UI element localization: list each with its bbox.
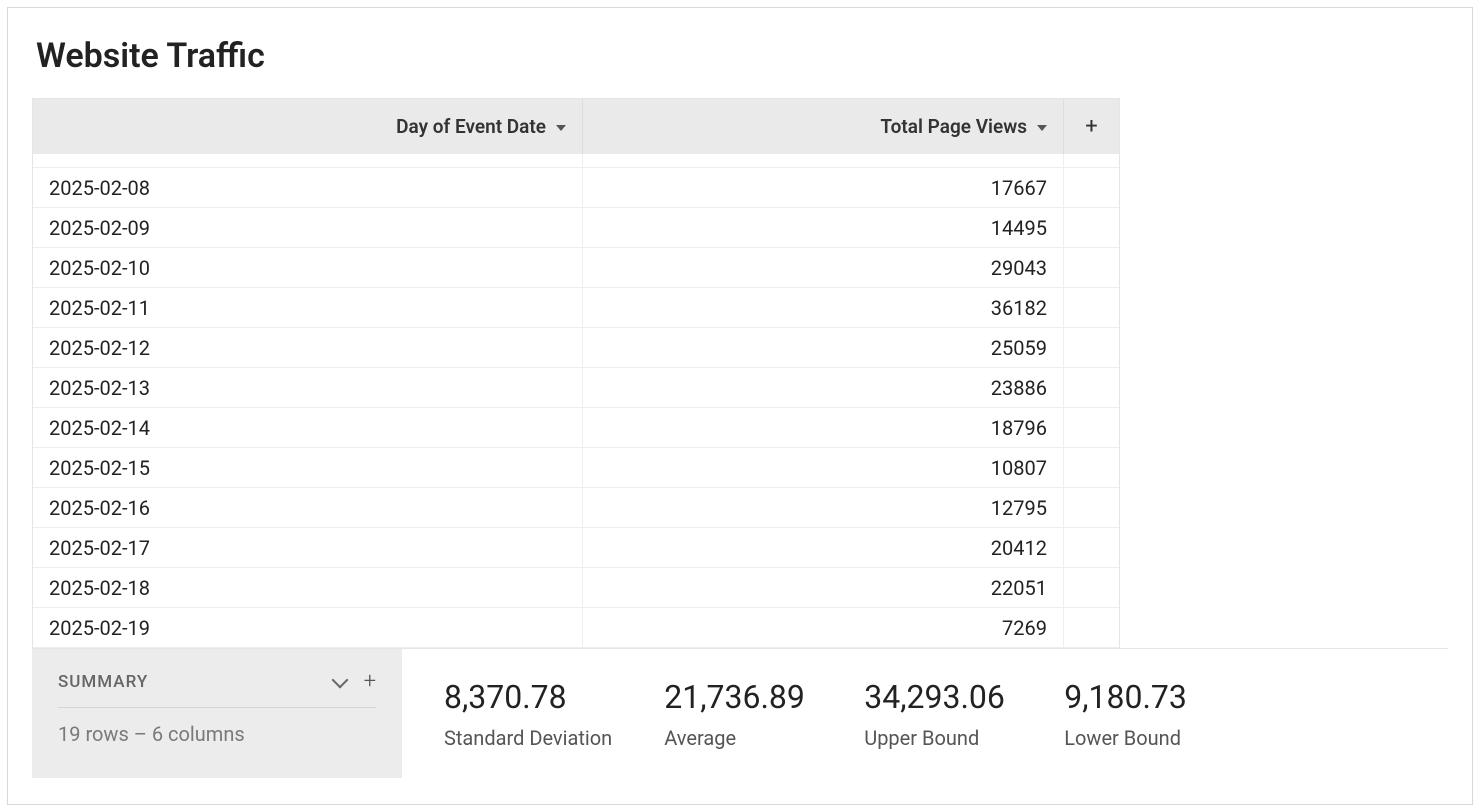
caret-down-icon (1037, 125, 1047, 131)
analytics-panel: Website Traffic Day of Event Date Total … (7, 7, 1473, 805)
cell-blank (1064, 448, 1119, 487)
cell-blank (1064, 408, 1119, 447)
column-header-date[interactable]: Day of Event Date (33, 99, 583, 154)
cell-blank (1064, 154, 1119, 167)
table-row[interactable]: 2025-02-197269 (33, 608, 1119, 648)
stat-label: Average (664, 726, 812, 750)
summary-stat: 34,293.06 Upper Bound (822, 649, 1022, 778)
table-row[interactable]: 2025-02-0914495 (33, 208, 1119, 248)
cell-date: 2025-02-08 (33, 168, 583, 207)
stat-value: 8,370.78 (444, 678, 612, 716)
summary-stat: 8,370.78 Standard Deviation (402, 649, 622, 778)
cell-views: 12795 (583, 488, 1064, 527)
cell-date (33, 154, 583, 167)
stat-value: 21,736.89 (664, 678, 812, 716)
data-table: Day of Event Date Total Page Views + 202… (32, 98, 1120, 648)
cell-blank (1064, 248, 1119, 287)
cell-date: 2025-02-11 (33, 288, 583, 327)
cell-blank (1064, 208, 1119, 247)
cell-views: 7269 (583, 608, 1064, 647)
summary-panel: SUMMARY + 19 rows – 6 columns (32, 649, 402, 778)
cell-blank (1064, 288, 1119, 327)
summary-header: SUMMARY + (58, 671, 376, 708)
cell-views: 14495 (583, 208, 1064, 247)
column-header-views-label: Total Page Views (880, 115, 1027, 138)
table-row[interactable]: 2025-02-1418796 (33, 408, 1119, 448)
cell-views: 25059 (583, 328, 1064, 367)
chevron-down-icon[interactable] (331, 672, 348, 689)
page-title: Website Traffic (36, 36, 1448, 76)
cell-views: 23886 (583, 368, 1064, 407)
cell-views: 18796 (583, 408, 1064, 447)
plus-icon[interactable]: + (364, 671, 376, 693)
cell-date: 2025-02-18 (33, 568, 583, 607)
summary-controls: + (334, 671, 376, 693)
cell-blank (1064, 528, 1119, 567)
caret-down-icon (556, 125, 566, 131)
stat-label: Upper Bound (864, 726, 1012, 750)
cell-date: 2025-02-15 (33, 448, 583, 487)
stat-value: 34,293.06 (864, 678, 1012, 716)
table-row[interactable]: 2025-02-1822051 (33, 568, 1119, 608)
table-row[interactable]: 2025-02-0817667 (33, 168, 1119, 208)
summary-stat: 21,736.89 Average (622, 649, 822, 778)
table-row[interactable]: 2025-02-1029043 (33, 248, 1119, 288)
table-row[interactable]: 2025-02-1225059 (33, 328, 1119, 368)
cell-date: 2025-02-09 (33, 208, 583, 247)
summary-stat: 9,180.73 Lower Bound (1022, 649, 1222, 778)
add-column-button[interactable]: + (1064, 99, 1119, 154)
column-header-date-label: Day of Event Date (396, 115, 546, 138)
table-row[interactable]: 2025-02-1720412 (33, 528, 1119, 568)
cell-views: 22051 (583, 568, 1064, 607)
plus-icon: + (1085, 114, 1097, 139)
table-row[interactable]: 2025-02-1136182 (33, 288, 1119, 328)
cell-date: 2025-02-16 (33, 488, 583, 527)
cell-views: 20412 (583, 528, 1064, 567)
table-row[interactable]: 2025-02-1323886 (33, 368, 1119, 408)
stat-value: 9,180.73 (1064, 678, 1212, 716)
table-row-partial (33, 154, 1119, 168)
stat-label: Lower Bound (1064, 726, 1212, 750)
cell-blank (1064, 368, 1119, 407)
column-header-views[interactable]: Total Page Views (583, 99, 1064, 154)
summary-bar: SUMMARY + 19 rows – 6 columns 8,370.78 St… (32, 648, 1448, 778)
cell-blank (1064, 488, 1119, 527)
cell-blank (1064, 168, 1119, 207)
cell-blank (1064, 568, 1119, 607)
cell-date: 2025-02-13 (33, 368, 583, 407)
cell-views: 29043 (583, 248, 1064, 287)
cell-views (583, 154, 1064, 167)
cell-date: 2025-02-14 (33, 408, 583, 447)
cell-views: 17667 (583, 168, 1064, 207)
cell-date: 2025-02-17 (33, 528, 583, 567)
cell-date: 2025-02-10 (33, 248, 583, 287)
stat-label: Standard Deviation (444, 726, 612, 750)
cell-views: 36182 (583, 288, 1064, 327)
summary-label: SUMMARY (58, 672, 148, 692)
table-row[interactable]: 2025-02-1510807 (33, 448, 1119, 488)
cell-blank (1064, 328, 1119, 367)
table-body[interactable]: 2025-02-08176672025-02-09144952025-02-10… (33, 154, 1119, 648)
cell-date: 2025-02-12 (33, 328, 583, 367)
cell-views: 10807 (583, 448, 1064, 487)
table-header: Day of Event Date Total Page Views + (33, 99, 1119, 154)
cell-blank (1064, 608, 1119, 647)
cell-date: 2025-02-19 (33, 608, 583, 647)
table-row[interactable]: 2025-02-1612795 (33, 488, 1119, 528)
summary-meta: 19 rows – 6 columns (58, 722, 376, 746)
